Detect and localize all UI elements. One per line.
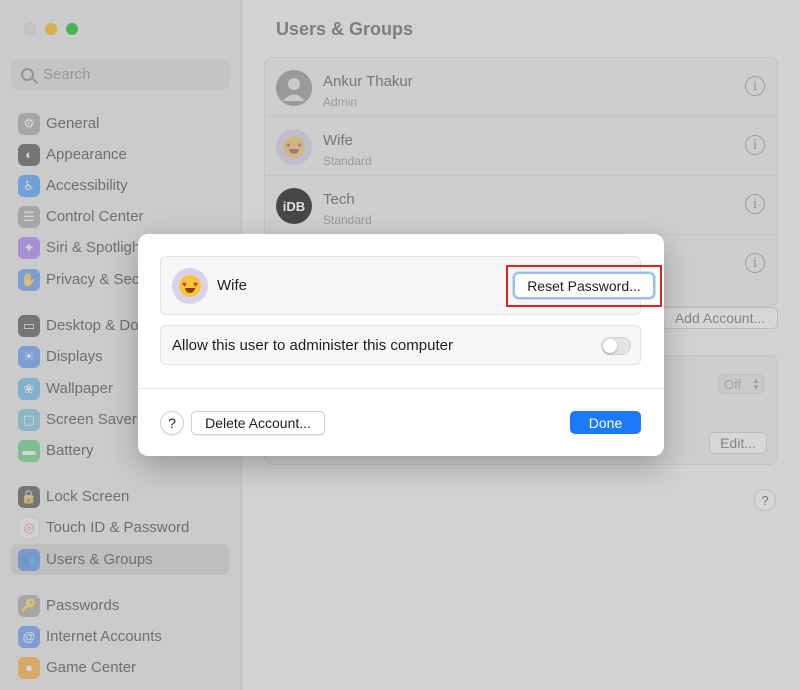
done-button[interactable]: Done — [570, 411, 641, 434]
divider — [138, 388, 664, 389]
help-button[interactable]: ? — [160, 411, 184, 435]
admin-toggle-row: Allow this user to administer this compu… — [160, 325, 641, 365]
admin-toggle-label: Allow this user to administer this compu… — [172, 337, 453, 354]
delete-account-button[interactable]: Delete Account... — [191, 411, 325, 435]
sheet-user-name: Wife — [217, 277, 247, 294]
heart-eyes-emoji-icon: ♥ ♥ — [179, 275, 201, 297]
avatar: ♥ ♥ — [172, 268, 208, 304]
toggle-knob — [603, 339, 617, 353]
admin-toggle-switch[interactable] — [601, 337, 631, 355]
user-summary-box: ♥ ♥ Wife Reset Password... — [160, 256, 662, 315]
user-edit-sheet: ♥ ♥ Wife Reset Password... Allow this use… — [138, 234, 664, 456]
reset-password-button[interactable]: Reset Password... — [513, 272, 655, 299]
